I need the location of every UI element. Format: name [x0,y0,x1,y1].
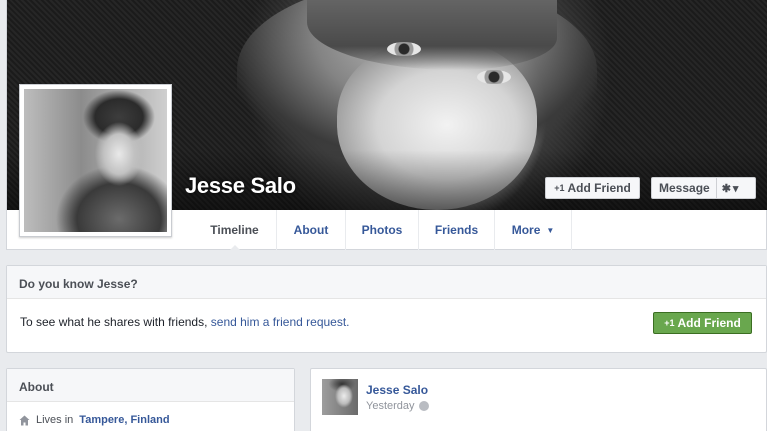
post-author-name[interactable]: Jesse Salo [366,383,428,397]
about-box: About Lives in Tampere, Finland [6,368,295,431]
globe-icon [418,401,429,411]
tab-timeline[interactable]: Timeline [193,210,277,251]
house-icon [19,415,30,425]
cover-photo-eye-right [477,70,511,84]
post-timestamp: Yesterday [366,400,429,412]
message-label: Message [659,181,710,195]
post-time-label[interactable]: Yesterday [366,400,415,412]
add-friend-icon: +1 [664,318,675,328]
cover-photo-eye-left [387,42,421,56]
profile-name[interactable]: Jesse Salo [185,173,296,199]
friend-suggestion-box: Do you know Jesse? To see what he shares… [6,265,767,353]
tab-photos[interactable]: Photos [346,210,419,250]
message-button[interactable]: Message [652,178,717,198]
profile-tabs: Timeline About Photos Friends More ▼ [193,210,572,251]
tab-photos-label: Photos [361,223,403,237]
tab-more[interactable]: More ▼ [495,210,572,250]
timeline-post: Jesse Salo Yesterday [310,368,767,431]
chevron-down-icon: ▼ [546,225,555,235]
add-friend-button[interactable]: +1 Add Friend [545,177,640,199]
post-author-avatar[interactable] [322,379,358,415]
friend-suggestion-text: To see what he shares with friends, [20,315,211,329]
gear-icon: ✱ [721,182,731,195]
about-heading: About [7,369,294,402]
settings-dropdown-button[interactable]: ✱ ▾ [717,182,743,195]
add-friend-icon: +1 [554,183,565,193]
profile-picture-image [24,89,167,232]
friend-suggestion-heading: Do you know Jesse? [7,266,766,299]
friend-suggestion-body: To see what he shares with friends, send… [7,299,766,353]
tab-about[interactable]: About [277,210,346,250]
lives-in-city-link[interactable]: Tampere, Finland [79,414,169,426]
lives-in-row: Lives in Tampere, Finland [7,402,294,426]
profile-picture[interactable] [19,84,172,237]
lives-in-prefix: Lives in [36,414,74,426]
tab-about-label: About [293,223,329,237]
tab-friends-label: Friends [434,223,479,237]
tab-timeline-label: Timeline [210,223,259,237]
tab-more-label: More [511,223,541,237]
tab-friends[interactable]: Friends [419,210,495,250]
chevron-down-icon: ▾ [732,182,739,195]
add-friend-green-button[interactable]: +1 Add Friend [653,312,752,334]
message-button-group: Message ✱ ▾ [651,177,756,199]
friend-request-link[interactable]: send him a friend request. [211,315,350,329]
add-friend-green-label: Add Friend [677,316,741,330]
add-friend-label: Add Friend [567,181,631,195]
